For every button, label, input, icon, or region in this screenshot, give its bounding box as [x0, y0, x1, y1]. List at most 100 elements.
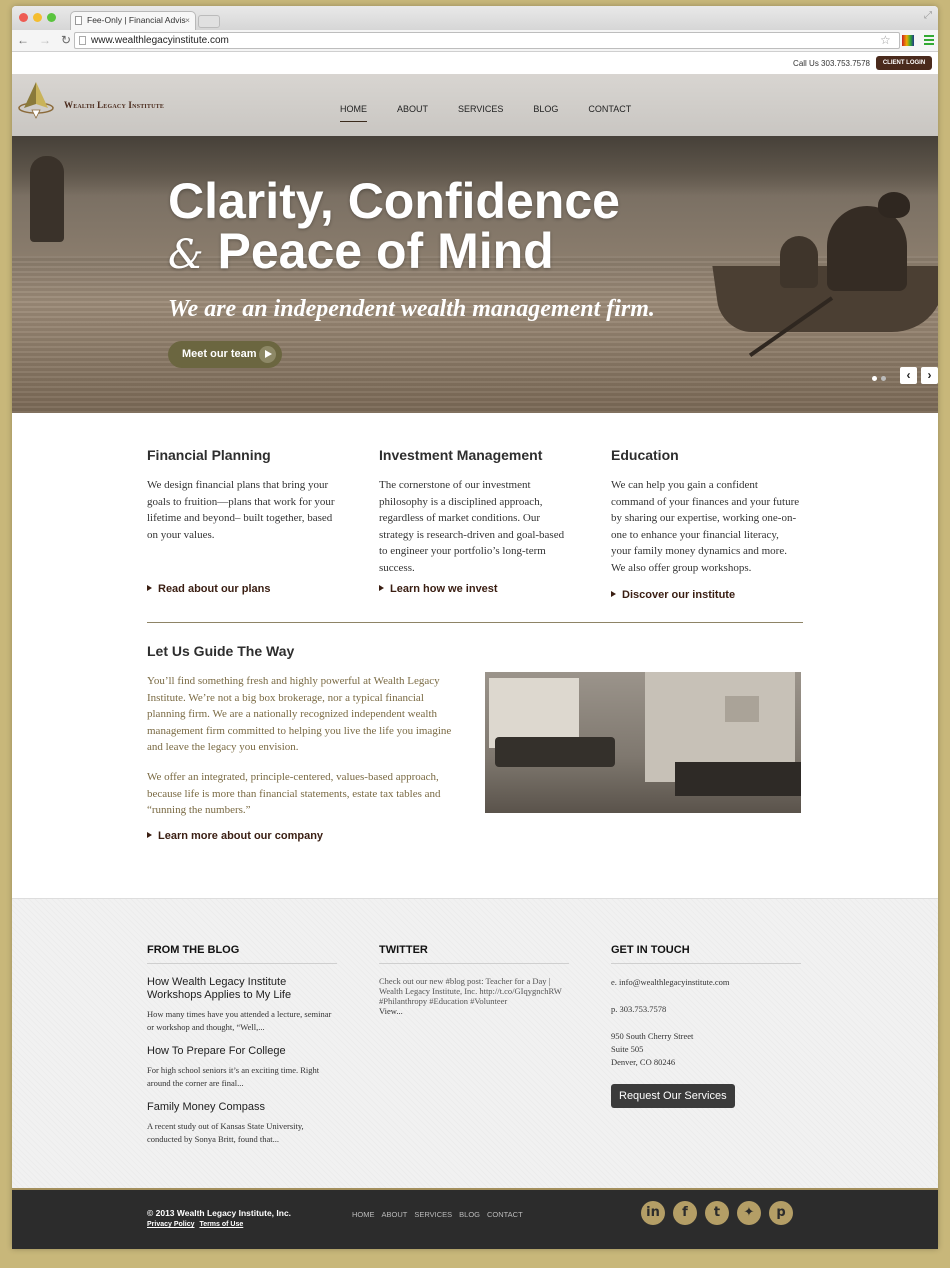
- contact-address-line: 950 South Cherry Street: [611, 1031, 694, 1041]
- hero-line-2: Peace of Mind: [217, 223, 554, 279]
- meet-our-team-label: Meet our team: [182, 348, 257, 360]
- learn-how-we-invest-link[interactable]: Learn how we invest: [379, 583, 498, 595]
- linkedin-icon[interactable]: in: [641, 1201, 665, 1225]
- logo-text[interactable]: Wealth Legacy Institute: [64, 100, 164, 110]
- close-tab-icon[interactable]: ×: [185, 12, 190, 29]
- nav-blog[interactable]: BLOG: [533, 104, 558, 114]
- blog-post-excerpt: How many times have you attended a lectu…: [147, 1009, 332, 1032]
- guide-paragraph-1: You’ll find something fresh and highly p…: [147, 675, 452, 753]
- reload-icon[interactable]: ↻: [61, 33, 71, 47]
- service-financial-planning: Financial Planning We design financial p…: [147, 447, 337, 543]
- figure-icon[interactable]: ✦: [737, 1201, 761, 1225]
- extension-icon[interactable]: [902, 35, 914, 46]
- page-icon: [79, 36, 86, 45]
- bookmark-star-icon[interactable]: ☆: [880, 33, 891, 47]
- forward-icon[interactable]: →: [39, 33, 51, 47]
- read-about-our-plans-link[interactable]: Read about our plans: [147, 583, 270, 595]
- office-reception-desk: [675, 762, 801, 796]
- copyright: © 2013 Wealth Legacy Institute, Inc.: [147, 1208, 292, 1218]
- site-header: Wealth Legacy Institute HOME ABOUT SERVI…: [12, 74, 938, 136]
- navigation-buttons: ← → ↻: [17, 33, 71, 47]
- hero-line-1: Clarity, Confidence: [168, 173, 620, 229]
- contact-address-line: Denver, CO 80246: [611, 1057, 676, 1067]
- facebook-icon[interactable]: f: [673, 1201, 697, 1225]
- discover-our-institute-link[interactable]: Discover our institute: [611, 589, 735, 601]
- browser-toolbar: ← → ↻ www.wealthlegacyinstitute.com ☆: [12, 30, 938, 52]
- maximize-window-button[interactable]: [47, 13, 56, 22]
- browser-window: Fee-Only | Financial Advis × ⤢ ← → ↻ www…: [12, 6, 938, 1249]
- service-body: We can help you gain a confident command…: [611, 479, 800, 574]
- learn-more-about-our-company-link[interactable]: Learn more about our company: [147, 830, 323, 842]
- blog-post-excerpt: A recent study out of Kansas State Unive…: [147, 1121, 304, 1144]
- utility-bar: Call Us 303.753.7578 CLIENT LOGIN: [12, 52, 938, 74]
- footer-nav-blog[interactable]: BLOG: [459, 1210, 480, 1219]
- slider-dot[interactable]: [872, 376, 877, 381]
- contact-details: e. info@wealthlegacyinstitute.com p. 303…: [611, 976, 801, 1069]
- slider-dot[interactable]: [881, 376, 886, 381]
- blog-post-title[interactable]: How To Prepare For College: [147, 1045, 337, 1058]
- footer-nav-home[interactable]: HOME: [352, 1210, 375, 1219]
- footer-nav: HOME ABOUT SERVICES BLOG CONTACT: [352, 1210, 523, 1219]
- contact-email[interactable]: e. info@wealthlegacyinstitute.com: [611, 976, 801, 989]
- page-icon: [75, 16, 82, 25]
- service-investment-management: Investment Management The cornerstone of…: [379, 447, 569, 576]
- twitter-widget: TWITTER Check out our new #blog post: Te…: [379, 944, 569, 1016]
- service-title: Financial Planning: [147, 447, 271, 463]
- new-tab-button[interactable]: [198, 15, 220, 28]
- footer-bar: © 2013 Wealth Legacy Institute, Inc. Pri…: [12, 1188, 938, 1249]
- blog-heading: FROM THE BLOG: [147, 944, 337, 964]
- tab-bar: Fee-Only | Financial Advis × ⤢: [12, 6, 938, 30]
- pinterest-icon[interactable]: p: [769, 1201, 793, 1225]
- service-body: We design financial plans that bring you…: [147, 479, 335, 541]
- privacy-policy-link[interactable]: Privacy Policy: [147, 1221, 194, 1228]
- address-bar[interactable]: www.wealthlegacyinstitute.com: [74, 32, 900, 49]
- url-text: www.wealthlegacyinstitute.com: [91, 35, 229, 46]
- logo-icon[interactable]: [18, 80, 54, 120]
- tweet-text: Check out our new #blog post: Teacher fo…: [379, 976, 562, 1006]
- minimize-window-button[interactable]: [33, 13, 42, 22]
- browser-tab[interactable]: Fee-Only | Financial Advis ×: [70, 11, 196, 30]
- nav-services[interactable]: SERVICES: [458, 104, 503, 114]
- nav-about[interactable]: ABOUT: [397, 104, 428, 114]
- tweet-view-link[interactable]: View...: [379, 1006, 569, 1016]
- social-links: in f t ✦ p: [641, 1201, 793, 1225]
- hero-headline: Clarity, Confidence & Peace of Mind: [168, 176, 620, 280]
- hero-ampersand: &: [168, 232, 204, 278]
- section-divider: [147, 622, 803, 623]
- hero-tagline: We are an independent wealth management …: [168, 296, 655, 322]
- client-login-button[interactable]: CLIENT LOGIN: [876, 56, 932, 70]
- guide-title: Let Us Guide The Way: [147, 643, 295, 659]
- hero-figure-man-hat: [878, 192, 910, 218]
- blog-post: Family Money Compass A recent study out …: [147, 1101, 337, 1146]
- contact-heading: GET IN TOUCH: [611, 944, 801, 964]
- blog-post-title[interactable]: Family Money Compass: [147, 1101, 337, 1114]
- blog-post-excerpt: For high school seniors it’s an exciting…: [147, 1065, 320, 1088]
- office-conference-table: [495, 737, 615, 767]
- back-icon[interactable]: ←: [17, 33, 29, 47]
- terms-of-use-link[interactable]: Terms of Use: [199, 1221, 243, 1228]
- office-photo: [485, 672, 801, 813]
- nav-home[interactable]: HOME: [340, 104, 367, 122]
- footer-nav-about[interactable]: ABOUT: [382, 1210, 408, 1219]
- fullscreen-icon[interactable]: ⤢: [924, 10, 932, 21]
- menu-icon[interactable]: [924, 35, 934, 45]
- meet-our-team-button[interactable]: Meet our team: [168, 341, 282, 368]
- legal-links: Privacy Policy Terms of Use: [147, 1221, 246, 1228]
- twitter-icon[interactable]: t: [705, 1201, 729, 1225]
- request-our-services-button[interactable]: Request Our Services: [611, 1084, 735, 1108]
- call-us-text: Call Us 303.753.7578: [793, 59, 870, 68]
- nav-contact[interactable]: CONTACT: [588, 104, 631, 114]
- play-icon: [259, 346, 276, 363]
- footer-nav-services[interactable]: SERVICES: [414, 1210, 452, 1219]
- service-body: The cornerstone of our investment philos…: [379, 479, 565, 574]
- blog-post-title[interactable]: How Wealth Legacy Institute Workshops Ap…: [147, 976, 337, 1002]
- close-window-button[interactable]: [19, 13, 28, 22]
- tab-title: Fee-Only | Financial Advis: [87, 15, 186, 25]
- slider-next-button[interactable]: ›: [921, 367, 938, 384]
- service-education: Education We can help you gain a confide…: [611, 447, 801, 576]
- slider-dots: [872, 376, 886, 381]
- slider-prev-button[interactable]: ‹: [900, 367, 917, 384]
- footer-nav-contact[interactable]: CONTACT: [487, 1210, 523, 1219]
- contact-address-line: Suite 505: [611, 1044, 644, 1054]
- twitter-heading: TWITTER: [379, 944, 569, 964]
